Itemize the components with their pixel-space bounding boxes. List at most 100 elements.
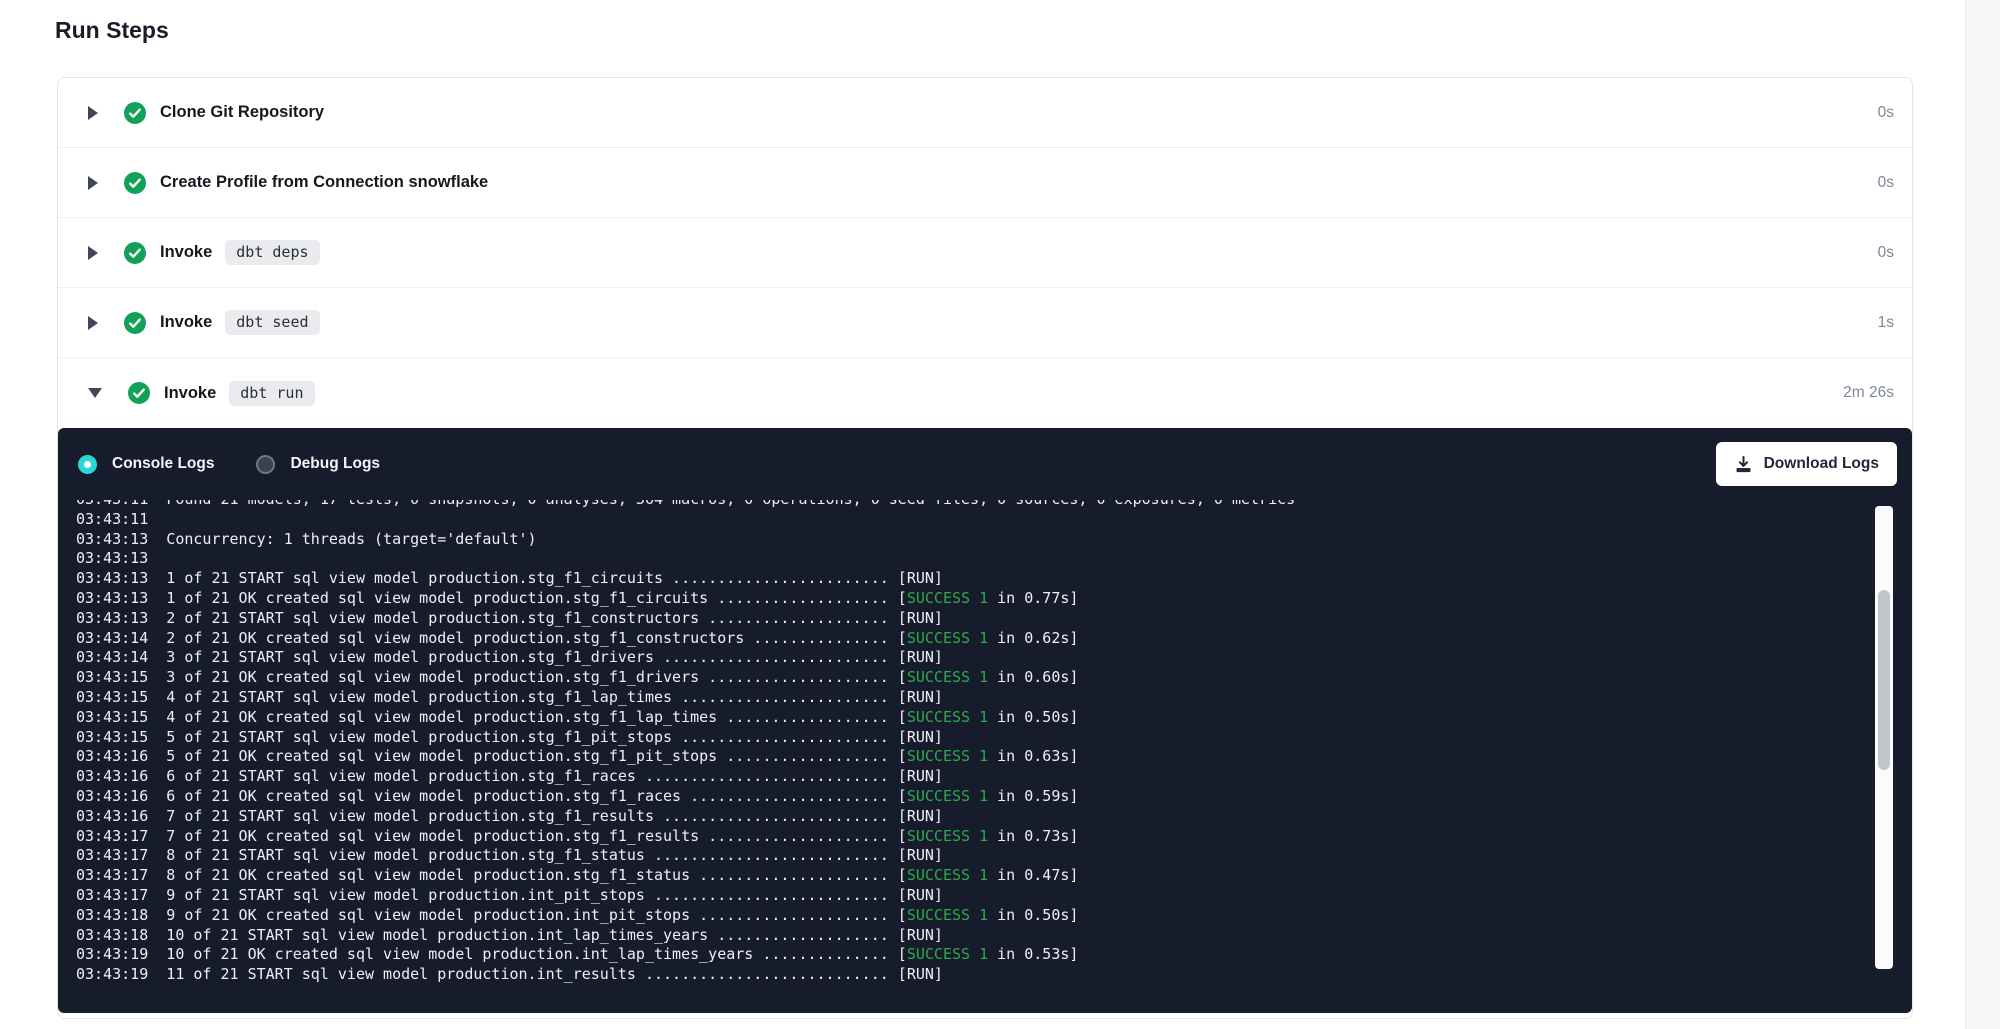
step-label: Clone Git Repository: [160, 103, 324, 122]
log-timestamp: 03:43:19: [76, 945, 148, 963]
steps-list: Clone Git Repository0sCreate Profile fro…: [58, 78, 1912, 428]
log-timestamp: 03:43:13: [76, 589, 148, 607]
log-timestamp: 03:43:14: [76, 629, 148, 647]
log-line: 03:43:14 3 of 21 START sql view model pr…: [76, 648, 1868, 668]
log-timestamp: 03:43:15: [76, 688, 148, 706]
console-logs-radio[interactable]: Console Logs: [78, 455, 214, 474]
log-line: 03:43:15 4 of 21 START sql view model pr…: [76, 688, 1868, 708]
download-icon: [1734, 455, 1753, 474]
step-row-4[interactable]: Invokedbt seed1s: [58, 288, 1912, 358]
log-timestamp: 03:43:13: [76, 530, 148, 548]
log-timestamp: 03:43:17: [76, 886, 148, 904]
step-row-3[interactable]: Invoke dbt deps 0s: [58, 218, 1912, 288]
caret-right-icon[interactable]: [88, 106, 98, 120]
log-scrollbar-thumb[interactable]: [1878, 590, 1890, 770]
page-title: Run Steps: [55, 17, 169, 44]
log-timestamp: 03:43:16: [76, 787, 148, 805]
log-timestamp: 03:43:13: [76, 569, 148, 587]
step-label: Create Profile from Connection snowflake: [160, 173, 488, 192]
log-success-status: SUCCESS 1: [907, 589, 988, 607]
log-timestamp: 03:43:18: [76, 906, 148, 924]
log-timestamp: 03:43:16: [76, 747, 148, 765]
log-timestamp: 03:43:16: [76, 807, 148, 825]
step-label: Invoke: [164, 384, 216, 403]
log-timestamp: 03:43:15: [76, 668, 148, 686]
step-row-5[interactable]: Invoke dbt run 2m 26s: [58, 358, 1912, 428]
log-line: 03:43:19 11 of 21 START sql view model p…: [76, 965, 1868, 985]
log-success-status: SUCCESS 1: [907, 708, 988, 726]
command-badge: dbt deps: [225, 240, 319, 265]
caret-right-icon[interactable]: [88, 176, 98, 190]
log-line: 03:43:17 8 of 21 START sql view model pr…: [76, 846, 1868, 866]
caret-down-icon[interactable]: [88, 388, 102, 398]
log-view-options: Console Logs Debug Logs: [78, 455, 380, 474]
log-timestamp: 03:43:14: [76, 648, 148, 666]
log-line: 03:43:17 9 of 21 START sql view model pr…: [76, 886, 1868, 906]
radio-unselected-icon: [256, 455, 275, 474]
download-logs-label: Download Logs: [1764, 455, 1879, 473]
logs-panel-header: Console Logs Debug Logs: [58, 428, 1912, 500]
log-line: 03:43:15 5 of 21 START sql view model pr…: [76, 728, 1868, 748]
log-line: 03:43:15 3 of 21 OK created sql view mod…: [76, 668, 1868, 688]
log-timestamp: 03:43:11: [76, 500, 148, 508]
check-circle-icon: [124, 102, 146, 124]
log-line: 03:43:18 9 of 21 OK created sql view mod…: [76, 906, 1868, 926]
log-timestamp: 03:43:13: [76, 609, 148, 627]
log-line: 03:43:18 10 of 21 START sql view model p…: [76, 926, 1868, 946]
log-line: 03:43:11: [76, 510, 1868, 530]
log-line: 03:43:13: [76, 549, 1868, 569]
log-timestamp: 03:43:18: [76, 926, 148, 944]
step-row-1[interactable]: Clone Git Repository 0s: [58, 78, 1912, 148]
log-timestamp: 03:43:19: [76, 965, 148, 983]
logs-panel: Console Logs Debug Logs: [58, 428, 1912, 1013]
command-badge: dbt run: [229, 381, 314, 406]
log-line: 03:43:17 7 of 21 OK created sql view mod…: [76, 827, 1868, 847]
log-success-status: SUCCESS 1: [907, 945, 988, 963]
log-line: 03:43:13 2 of 21 START sql view model pr…: [76, 609, 1868, 629]
console-log-output[interactable]: 03:43:11 Found 21 models, 17 tests, 0 sn…: [76, 500, 1868, 991]
command-badge: dbt seed: [225, 310, 319, 335]
log-line: 03:43:16 6 of 21 OK created sql view mod…: [76, 787, 1868, 807]
page-right-gutter: [1965, 0, 2000, 1029]
check-circle-icon: [124, 242, 146, 264]
check-circle-icon: [124, 172, 146, 194]
log-line: 03:43:13 1 of 21 OK created sql view mod…: [76, 589, 1868, 609]
page: Run Steps Clone Git Repository0sCreate P…: [0, 0, 2000, 1029]
log-scrollbar-track[interactable]: [1875, 506, 1893, 969]
log-success-status: SUCCESS 1: [907, 827, 988, 845]
run-steps-card: Clone Git Repository0sCreate Profile fro…: [57, 77, 1913, 1019]
log-success-status: SUCCESS 1: [907, 787, 988, 805]
log-line: 03:43:17 8 of 21 OK created sql view mod…: [76, 866, 1868, 886]
step-duration: 0s: [1878, 244, 1894, 262]
radio-selected-icon: [78, 455, 97, 474]
check-circle-icon: [124, 312, 146, 334]
log-line: 03:43:19 10 of 21 OK created sql view mo…: [76, 945, 1868, 965]
step-label: Invoke: [160, 243, 212, 262]
log-timestamp: 03:43:11: [76, 510, 148, 528]
debug-logs-radio[interactable]: Debug Logs: [256, 455, 380, 474]
download-logs-button[interactable]: Download Logs: [1716, 442, 1897, 486]
log-line: 03:43:16 6 of 21 START sql view model pr…: [76, 767, 1868, 787]
console-logs-label: Console Logs: [112, 455, 214, 473]
log-line: 03:43:16 5 of 21 OK created sql view mod…: [76, 747, 1868, 767]
debug-logs-label: Debug Logs: [290, 455, 380, 473]
log-line: 03:43:16 7 of 21 START sql view model pr…: [76, 807, 1868, 827]
log-line: 03:43:13 Concurrency: 1 threads (target=…: [76, 530, 1868, 550]
log-success-status: SUCCESS 1: [907, 668, 988, 686]
step-duration: 0s: [1878, 174, 1894, 192]
step-duration: 2m 26s: [1843, 384, 1894, 402]
log-success-status: SUCCESS 1: [907, 866, 988, 884]
log-line: 03:43:13 1 of 21 START sql view model pr…: [76, 569, 1868, 589]
caret-right-icon[interactable]: [88, 316, 98, 330]
log-success-status: SUCCESS 1: [907, 906, 988, 924]
log-line: 03:43:14 2 of 21 OK created sql view mod…: [76, 629, 1868, 649]
caret-right-icon[interactable]: [88, 246, 98, 260]
log-timestamp: 03:43:13: [76, 549, 148, 567]
log-timestamp: 03:43:17: [76, 827, 148, 845]
step-row-2[interactable]: Create Profile from Connection snowflake…: [58, 148, 1912, 218]
log-timestamp: 03:43:15: [76, 728, 148, 746]
check-circle-icon: [128, 382, 150, 404]
log-success-status: SUCCESS 1: [907, 747, 988, 765]
log-timestamp: 03:43:17: [76, 846, 148, 864]
step-duration: 0s: [1878, 104, 1894, 122]
